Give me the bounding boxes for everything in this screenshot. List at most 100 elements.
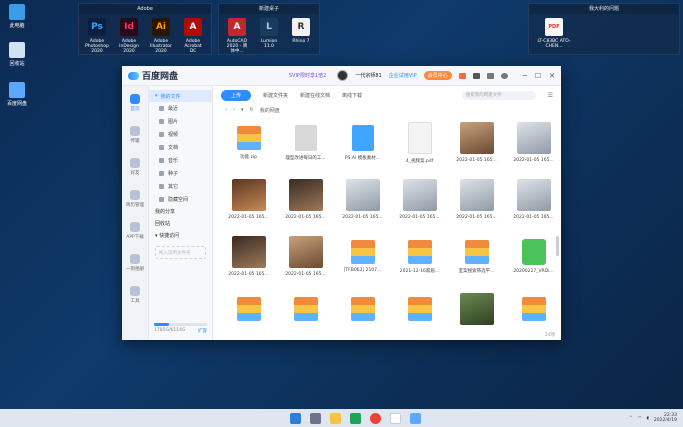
- sidebar-my-files[interactable]: ▾ 我的文件: [149, 90, 212, 102]
- sidebar-item[interactable]: 图片: [149, 115, 212, 128]
- file-item[interactable]: 2022-01-05 165...: [278, 175, 333, 230]
- rail-item[interactable]: 简历管理: [126, 190, 144, 208]
- sidebar-recycle[interactable]: 回收站: [149, 218, 212, 230]
- file-item[interactable]: [392, 289, 447, 340]
- rail-item[interactable]: 工具: [130, 286, 140, 304]
- file-item[interactable]: 2022-01-05 165...: [506, 175, 561, 230]
- sidebar-item-label: 隐藏空间: [168, 197, 189, 203]
- file-item[interactable]: 功能.zip: [221, 118, 276, 173]
- rail-item[interactable]: 好友: [130, 158, 140, 176]
- file-item[interactable]: PS.AI 模板素材...: [335, 118, 390, 173]
- file-item[interactable]: 2021-12-16家居...: [392, 232, 447, 287]
- file-item[interactable]: 2022-01-05 165...: [278, 232, 333, 287]
- sidebar-item[interactable]: 最近: [149, 102, 212, 115]
- file-thumbnail: [236, 126, 261, 150]
- shortcut-label: Adobe InDesign 2020: [119, 39, 139, 54]
- avatar[interactable]: [337, 70, 349, 81]
- file-item[interactable]: 20200227_VRDi...: [506, 232, 561, 287]
- sidebar-item[interactable]: 音乐: [149, 154, 212, 167]
- desktop-shortcut[interactable]: Ai Adobe Illustrator 2020: [149, 18, 173, 54]
- new-folder-button[interactable]: 新建文件夹: [263, 92, 288, 99]
- username[interactable]: 一代宗师81: [355, 72, 381, 79]
- scrollbar[interactable]: [556, 236, 559, 256]
- sidebar-item[interactable]: 文档: [149, 141, 212, 154]
- minimize-icon[interactable]: ─: [523, 72, 527, 80]
- desktop-shortcut[interactable]: L Lumion 11.0: [257, 18, 281, 54]
- search-input[interactable]: 搜索我的网盘文件: [461, 90, 536, 100]
- sidebar-quick-access[interactable]: ▾ 快捷访问: [149, 230, 212, 242]
- file-item[interactable]: 室案搜索筛选平...: [449, 232, 504, 287]
- windows-start-icon[interactable]: [290, 412, 301, 424]
- rail-item[interactable]: 一刻相册: [126, 254, 144, 272]
- system-tray: ⌃ ◠ ◖ 22:33 2022/4/19: [629, 413, 677, 423]
- desktop-shortcut[interactable]: A AutoCAD 2020 - 简体中...: [225, 18, 249, 54]
- sidebar-item[interactable]: 种子: [149, 167, 212, 180]
- desktop-shortcut[interactable]: Ps Adobe Photoshop 2020: [85, 18, 109, 54]
- file-item[interactable]: 2022-01-05 165...: [449, 175, 504, 230]
- file-item[interactable]: [221, 289, 276, 340]
- new-online-doc-button[interactable]: 新建在线文档: [300, 92, 330, 99]
- rail-item[interactable]: APP下载: [126, 222, 144, 240]
- storage-used: 1785G/6114G: [154, 328, 186, 333]
- task-view-icon[interactable]: [310, 412, 321, 424]
- fence-new-desk: 新建桌子 A AutoCAD 2020 - 简体中... L Lumion 11.…: [218, 3, 320, 55]
- file-name: 2022-01-05 165...: [285, 215, 326, 220]
- file-item[interactable]: 2022-01-05 165...: [221, 175, 276, 230]
- list-view-icon[interactable]: ☰: [548, 92, 553, 99]
- file-item[interactable]: [TFB063] 2107...: [335, 232, 390, 287]
- ps-taskbar-icon[interactable]: [390, 412, 401, 424]
- file-item[interactable]: [278, 289, 333, 340]
- file-name: 2022-01-05 165...: [513, 158, 554, 163]
- sidebar-my-share[interactable]: 我的分享: [149, 206, 212, 218]
- gear-icon[interactable]: [500, 72, 508, 79]
- refresh-icon[interactable]: ↻: [250, 107, 254, 113]
- sidebar-item[interactable]: 其它: [149, 180, 212, 193]
- close-icon[interactable]: ✕: [549, 72, 555, 80]
- offline-download-button[interactable]: 离线下载: [342, 92, 362, 99]
- wifi-icon[interactable]: ◠: [638, 416, 642, 421]
- message-icon[interactable]: [486, 72, 494, 79]
- desktop-shortcut[interactable]: PDF LT-C83BC ATO-CHEN...: [535, 18, 573, 49]
- desktop-icon[interactable]: 回收站: [4, 42, 30, 67]
- file-explorer-icon[interactable]: [330, 412, 341, 424]
- desktop-shortcut[interactable]: Id Adobe InDesign 2020: [117, 18, 141, 54]
- game-icon[interactable]: [458, 72, 466, 79]
- edge-icon[interactable]: [350, 412, 361, 424]
- rail-item[interactable]: 传输: [130, 126, 140, 144]
- file-item[interactable]: 理型改进每日的工...: [278, 118, 333, 173]
- file-item[interactable]: 2022-01-05 165...: [506, 118, 561, 173]
- rail-item[interactable]: 首页: [130, 94, 140, 112]
- file-item[interactable]: 2022-01-05 165...: [221, 232, 276, 287]
- desktop-shortcut[interactable]: R Rhino 7: [289, 18, 313, 54]
- skin-icon[interactable]: [472, 72, 480, 79]
- sidebar-item[interactable]: 隐藏空间: [149, 193, 212, 206]
- breadcrumb-current[interactable]: 我的网盘: [260, 107, 280, 114]
- dropdown-icon[interactable]: ▾: [241, 107, 244, 113]
- shortcut-label: LT-C83BC ATO-CHEN...: [537, 39, 571, 49]
- desktop-icon[interactable]: 百度网盘: [4, 82, 30, 107]
- file-item[interactable]: 4_视频案.pdf: [392, 118, 447, 173]
- back-icon[interactable]: ‹: [225, 107, 227, 113]
- file-item[interactable]: 2022-01-05 165...: [335, 175, 390, 230]
- storage-expand-link[interactable]: 扩容: [198, 328, 207, 334]
- sidebar-item[interactable]: 视频: [149, 128, 212, 141]
- file-item[interactable]: [335, 289, 390, 340]
- quick-access-drop[interactable]: 拖入常用文件夹: [155, 246, 206, 259]
- chevron-down-icon: ▾: [155, 93, 158, 99]
- file-item[interactable]: [449, 289, 504, 340]
- chevron-up-icon[interactable]: ⌃: [629, 416, 633, 421]
- vip-label[interactable]: 企业试用VIP: [389, 72, 417, 79]
- svip-promo[interactable]: SVIP限时享1倍2: [285, 71, 330, 80]
- upload-button[interactable]: 上传: [221, 89, 252, 101]
- file-item[interactable]: 2022-01-05 165...: [392, 175, 447, 230]
- baidu-netdisk-taskbar-icon[interactable]: [410, 412, 421, 424]
- volume-icon[interactable]: ◖: [647, 416, 649, 421]
- maximize-icon[interactable]: ☐: [535, 72, 541, 80]
- clock[interactable]: 22:33 2022/4/19: [654, 413, 677, 423]
- file-item[interactable]: 2022-01-05 165...: [449, 118, 504, 173]
- desktop-shortcut[interactable]: A Adobe Acrobat DC: [181, 18, 205, 54]
- member-center-button[interactable]: 会员中心: [423, 71, 452, 80]
- forward-icon[interactable]: ›: [233, 107, 235, 113]
- desktop-icon[interactable]: 此电脑: [4, 4, 30, 29]
- chrome-icon[interactable]: [370, 412, 381, 424]
